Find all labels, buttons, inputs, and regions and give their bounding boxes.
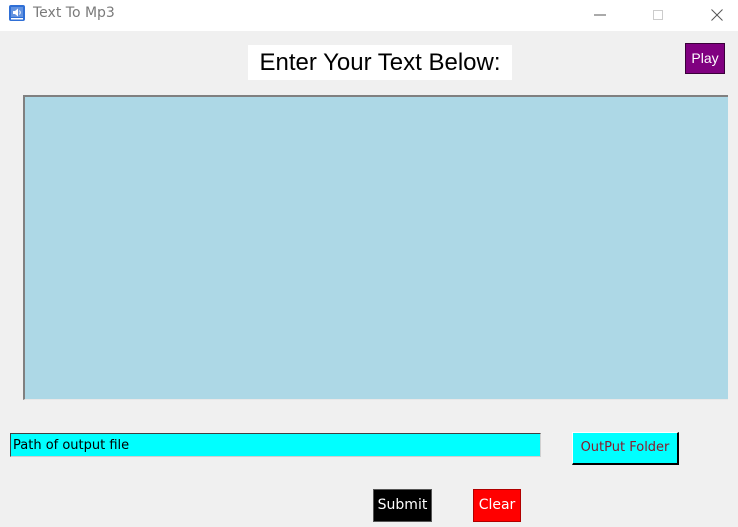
maximize-button[interactable] (635, 0, 681, 31)
output-folder-button[interactable]: OutPut Folder (572, 432, 679, 465)
title-bar: Text To Mp3 (0, 0, 738, 31)
output-path-field[interactable] (10, 433, 541, 457)
submit-button[interactable]: Submit (373, 489, 432, 522)
close-button[interactable] (694, 0, 738, 31)
minimize-icon (594, 14, 606, 16)
window-title: Text To Mp3 (33, 5, 115, 21)
play-button[interactable]: Play (685, 43, 725, 74)
clear-button[interactable]: Clear (473, 489, 521, 522)
minimize-button[interactable] (577, 0, 623, 31)
close-icon (711, 9, 723, 21)
speaker-document-icon (9, 5, 25, 21)
text-input-area[interactable] (23, 95, 728, 400)
page-title: Enter Your Text Below: (248, 45, 512, 80)
app-window: Text To Mp3 Enter Your Text Below: Play … (0, 0, 738, 527)
maximize-icon (653, 10, 663, 20)
